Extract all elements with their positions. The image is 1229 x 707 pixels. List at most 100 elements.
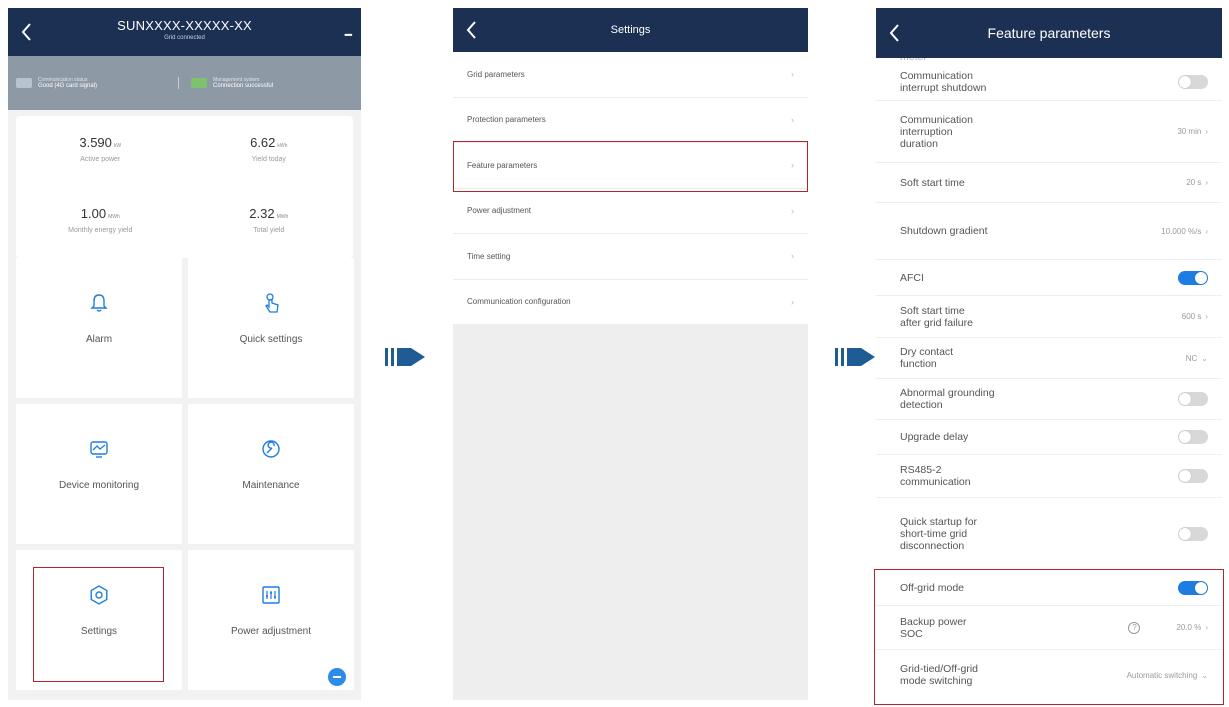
home-navbar: SUNXXXX-XXXXX-XX Grid connected ━ (8, 8, 361, 56)
row-value[interactable]: 30 min (1177, 127, 1201, 136)
kpi-label: Yield today (251, 156, 286, 163)
chevron-right-icon: › (791, 69, 794, 80)
list-item-upgrade-delay: Upgrade delay (876, 420, 1222, 455)
list-item-soft-start-after-grid-failure: Soft start time after grid failure 600 s… (876, 296, 1222, 338)
kpi-label: Total yield (253, 227, 285, 234)
kpi-value: 3.590 (79, 135, 112, 150)
bell-icon (88, 292, 110, 314)
floating-action-icon[interactable] (328, 668, 346, 686)
monitor-icon (88, 438, 110, 460)
list-item-abnormal-grounding-detection: Abnormal grounding detection (876, 379, 1222, 420)
status-management: Management system Connection successful (178, 77, 353, 89)
settings-item-protection-parameters[interactable]: Protection parameters › (453, 98, 808, 143)
row-label: Upgrade delay (900, 431, 969, 443)
kpi-value: 6.62 (250, 135, 276, 150)
row-value[interactable]: 600 s (1182, 312, 1202, 321)
more-icon[interactable]: ━ (345, 28, 352, 42)
toggle-switch[interactable] (1178, 430, 1208, 444)
row-value[interactable]: 10.000 %/s (1161, 227, 1201, 236)
wrench-icon (260, 438, 282, 460)
list-item-soft-start-time: Soft start time 20 s › (876, 163, 1222, 203)
kpi-label: Monthly energy yield (68, 227, 133, 234)
highlight-feature-parameters (453, 141, 808, 192)
settings-item-power-adjustment[interactable]: Power adjustment › (453, 189, 808, 234)
toggle-switch[interactable] (1178, 469, 1208, 483)
chevron-right-icon: › (1205, 178, 1208, 187)
connection-icon (191, 78, 207, 88)
kpi-unit: MWh (276, 214, 289, 220)
chevron-right-icon: › (1205, 226, 1208, 236)
kpi-total-yield: 2.32 MWh Total yield (185, 187, 354, 258)
row-label: Abnormal grounding detection (900, 387, 995, 411)
row-label: Dry contact function (900, 346, 954, 370)
settings-item-label: Power adjustment (467, 206, 532, 216)
chevron-right-icon: › (791, 251, 794, 262)
toggle-switch[interactable] (1178, 526, 1208, 541)
row-label: Shutdown gradient (900, 225, 988, 237)
tile-label: Quick settings (239, 334, 303, 345)
settings-item-label: Time setting (467, 251, 511, 261)
row-value[interactable]: 20 s (1186, 178, 1201, 187)
tile-quick-settings[interactable]: Quick settings (188, 258, 354, 398)
device-title: SUNXXXX-XXXXX-XX (117, 18, 252, 33)
settings-title: Settings (610, 24, 651, 36)
feature-navbar: Feature parameters (876, 8, 1222, 58)
signal-icon (16, 78, 32, 88)
settings-item-label: Protection parameters (467, 115, 546, 125)
chevron-right-icon: › (791, 114, 794, 125)
device-subtitle: Grid connected (164, 35, 205, 41)
row-label: RS485-2 communication (900, 464, 971, 488)
back-arrow-icon[interactable] (18, 20, 36, 44)
row-label: Quick startup for short-time grid discon… (900, 515, 978, 552)
list-item-shutdown-gradient: Shutdown gradient 10.000 %/s › (876, 203, 1222, 260)
row-label: Soft start time (900, 176, 965, 189)
highlight-settings (33, 567, 164, 682)
list-item-quick-startup: Quick startup for short-time grid discon… (876, 498, 1222, 570)
row-label: Communication interrupt shutdown (900, 69, 987, 94)
settings-navbar: Settings (453, 8, 808, 52)
kpi-label: Active power (80, 156, 121, 163)
settings-item-time-setting[interactable]: Time setting › (453, 234, 808, 280)
list-item-rs485-2-communication: RS485-2 communication (876, 455, 1222, 498)
toggle-switch[interactable] (1178, 392, 1208, 406)
chevron-right-icon: › (791, 205, 794, 216)
hand-tap-icon (260, 292, 282, 314)
power-adjust-icon (260, 584, 282, 606)
tile-label: Alarm (85, 334, 113, 345)
tile-label: Power adjustment (230, 626, 312, 637)
tile-power-adjustment[interactable]: Power adjustment (188, 550, 354, 690)
kpi-value: 1.00 (80, 206, 107, 221)
toggle-switch[interactable] (1178, 74, 1208, 89)
highlight-off-grid-section (874, 569, 1224, 705)
list-item-communication-interrupt-shutdown: Communication interrupt shutdown (876, 63, 1222, 101)
status-communication: Communication status Good (4G card signa… (16, 77, 178, 89)
tile-alarm[interactable]: Alarm (16, 258, 182, 398)
status-value: Good (4G card signal) (38, 83, 98, 89)
settings-item-grid-parameters[interactable]: Grid parameters › (453, 52, 808, 98)
settings-item-communication-configuration[interactable]: Communication configuration › (453, 280, 808, 325)
arrow-right-icon (385, 342, 429, 372)
row-label: Communication interruption duration (900, 113, 973, 150)
tile-label: Maintenance (242, 480, 300, 491)
kpi-value: 2.32 (249, 206, 275, 221)
chevron-right-icon: › (791, 296, 794, 307)
status-bar: Communication status Good (4G card signa… (8, 56, 361, 110)
tile-maintenance[interactable]: Maintenance (188, 404, 354, 544)
kpi-yield-today: 6.62 kWh Yield today (185, 116, 354, 187)
kpi-monthly-yield: 1.00 MWh Monthly energy yield (16, 187, 185, 258)
list-item-dry-contact-function: Dry contact function NC ⌄ (876, 338, 1222, 379)
list-item-partial: meter (876, 58, 1222, 63)
kpi-unit: kWh (277, 143, 288, 149)
feature-title: Feature parameters (987, 25, 1111, 41)
chevron-right-icon: › (1205, 127, 1208, 136)
settings-item-label: Grid parameters (467, 69, 525, 79)
settings-screen: Settings Grid parameters › Protection pa… (453, 8, 808, 700)
row-label: Soft start time after grid failure (900, 304, 973, 329)
tile-label: Device monitoring (58, 480, 140, 491)
status-value: Connection successful (213, 83, 274, 89)
kpi-unit: MWh (108, 214, 120, 220)
toggle-switch[interactable] (1178, 270, 1208, 285)
row-value[interactable]: NC (1186, 354, 1198, 363)
list-item-communication-interruption-duration: Communication interruption duration 30 m… (876, 101, 1222, 163)
tile-device-monitoring[interactable]: Device monitoring (16, 404, 182, 544)
